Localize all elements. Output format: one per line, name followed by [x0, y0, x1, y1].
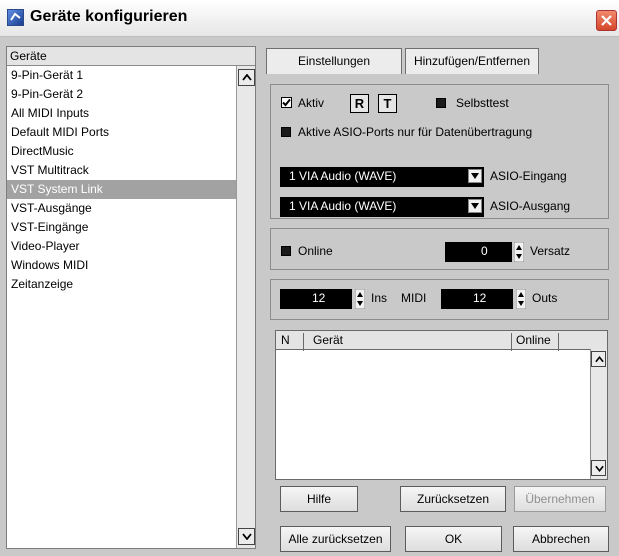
title-bar: Geräte konfigurieren [0, 0, 619, 37]
device-list-scrollbar[interactable] [236, 66, 255, 548]
outs-label: Outs [532, 291, 558, 305]
column-divider [303, 333, 304, 351]
device-list-item[interactable]: DirectMusic [7, 142, 236, 161]
close-button[interactable] [596, 10, 617, 31]
ins-spinbox[interactable]: 12 [280, 289, 352, 309]
port-table-header: N Gerät Online [276, 331, 607, 351]
online-label: Online [298, 244, 333, 258]
device-list-item[interactable]: Default MIDI Ports [7, 123, 236, 142]
midi-label: MIDI [401, 291, 427, 305]
port-table: N Gerät Online [275, 330, 608, 480]
asio-input-label: ASIO-Eingang [490, 169, 567, 183]
outs-spinbox[interactable]: 12 [441, 289, 513, 309]
scroll-up-button[interactable] [591, 351, 606, 367]
dropdown-arrow-icon [468, 199, 482, 213]
device-list-item[interactable]: 9-Pin-Gerät 1 [7, 66, 236, 85]
tab-einstellungen[interactable]: Einstellungen [266, 48, 402, 74]
asio-only-label: Aktive ASIO-Ports nur für Datenübertragu… [298, 125, 533, 139]
abbrechen-button[interactable]: Abbrechen [513, 526, 609, 552]
asio-only-checkbox[interactable] [281, 127, 291, 137]
device-list-item[interactable]: VST-Eingänge [7, 218, 236, 237]
column-n: N [281, 333, 290, 347]
chevron-down-icon [595, 465, 604, 472]
alle-zuruecksetzen-button[interactable]: Alle zurücksetzen [280, 526, 391, 552]
tab-hinzufuegen-entfernen[interactable]: Hinzufügen/Entfernen [405, 48, 539, 74]
aktiv-label: Aktiv [298, 96, 325, 110]
column-divider [558, 333, 559, 351]
spin-arrows-icon[interactable] [514, 242, 524, 262]
chevron-down-icon [242, 533, 252, 540]
asio-output-dropdown[interactable]: 1 VIA Audio (WAVE) [280, 197, 484, 217]
device-list-item[interactable]: VST-Ausgänge [7, 199, 236, 218]
hilfe-button[interactable]: Hilfe [280, 486, 358, 512]
close-icon [601, 15, 612, 26]
ok-button[interactable]: OK [405, 526, 502, 552]
ins-value: 12 [312, 291, 326, 305]
asio-input-dropdown[interactable]: 1 VIA Audio (WAVE) [280, 167, 484, 187]
device-list-item[interactable]: Windows MIDI [7, 256, 236, 275]
online-checkbox[interactable] [281, 246, 291, 256]
device-list-item[interactable]: Zeitanzeige [7, 275, 236, 294]
r-button[interactable]: R [350, 94, 369, 113]
chevron-up-icon [595, 356, 604, 363]
versatz-spinbox[interactable]: 0 [445, 242, 512, 262]
spin-arrows-icon[interactable] [355, 289, 365, 309]
ins-label: Ins [371, 291, 388, 305]
scroll-down-button[interactable] [591, 460, 606, 476]
scroll-down-button[interactable] [238, 528, 255, 545]
chevron-up-icon [242, 74, 252, 81]
versatz-label: Versatz [530, 244, 571, 258]
device-list: Geräte 9-Pin-Gerät 1 9-Pin-Gerät 2 All MID… [6, 46, 256, 549]
column-geraet: Gerät [313, 333, 344, 347]
device-items: 9-Pin-Gerät 1 9-Pin-Gerät 2 All MIDI Input… [7, 66, 236, 294]
asio-output-label: ASIO-Ausgang [490, 199, 571, 213]
device-list-header-label: Geräte [10, 49, 47, 63]
versatz-value: 0 [481, 244, 488, 258]
spin-arrows-icon[interactable] [516, 289, 526, 309]
selbsttest-checkbox[interactable] [436, 98, 446, 108]
uebernehmen-button[interactable]: Übernehmen [514, 486, 606, 512]
column-online: Online [516, 333, 551, 347]
window-title: Geräte konfigurieren [30, 8, 188, 25]
app-icon [7, 9, 24, 26]
port-table-scrollbar[interactable] [590, 349, 607, 479]
column-divider [511, 333, 512, 351]
asio-output-value: 1 VIA Audio (WAVE) [289, 199, 397, 213]
device-list-item[interactable]: All MIDI Inputs [7, 104, 236, 123]
device-list-header: Geräte [7, 47, 255, 66]
selbsttest-label: Selbsttest [456, 96, 509, 110]
outs-value: 12 [473, 291, 487, 305]
asio-input-value: 1 VIA Audio (WAVE) [289, 169, 397, 183]
scroll-up-button[interactable] [238, 69, 255, 86]
device-list-item[interactable]: VST System Link [7, 180, 236, 199]
device-list-item[interactable]: 9-Pin-Gerät 2 [7, 85, 236, 104]
t-button[interactable]: T [378, 94, 397, 113]
device-list-item[interactable]: Video-Player [7, 237, 236, 256]
device-list-item[interactable]: VST Multitrack [7, 161, 236, 180]
dropdown-arrow-icon [468, 169, 482, 183]
zuruecksetzen-button[interactable]: Zurücksetzen [400, 486, 506, 512]
aktiv-checkbox[interactable] [281, 97, 292, 108]
